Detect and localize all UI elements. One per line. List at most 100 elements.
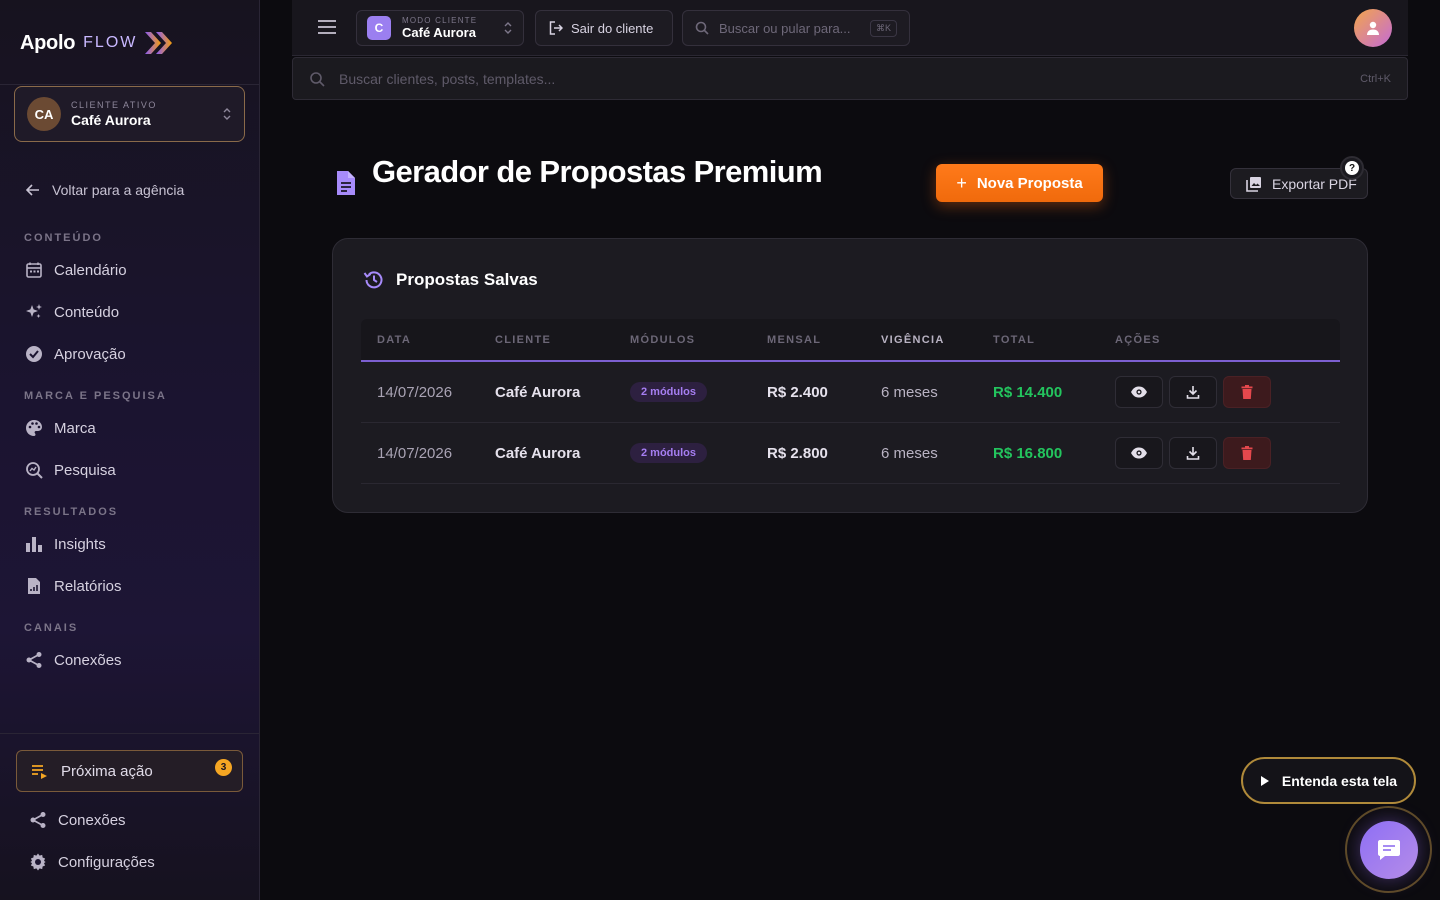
arrow-left-icon bbox=[26, 184, 39, 196]
sparkles-icon bbox=[26, 304, 42, 318]
understand-screen-label: Entenda esta tela bbox=[1281, 772, 1398, 789]
sidebar-item-label: Aprovação bbox=[54, 345, 126, 363]
brand-name: Apolo bbox=[20, 31, 76, 54]
client-mode-switcher[interactable]: C MODO CLIENTE Café Aurora bbox=[356, 10, 524, 46]
cell-client: Café Aurora bbox=[495, 444, 581, 462]
chevron-up-down-icon bbox=[504, 22, 512, 34]
trash-icon bbox=[1241, 385, 1253, 399]
footer-item-settings[interactable]: Configurações bbox=[28, 850, 155, 874]
table-row: 14/07/2026 Café Aurora 2 módulos R$ 2.40… bbox=[361, 362, 1340, 423]
page-title: Gerador de Propostas Premium bbox=[372, 154, 823, 189]
user-avatar[interactable] bbox=[1354, 9, 1392, 47]
footer-item-connections[interactable]: Conexões bbox=[28, 808, 126, 832]
back-to-agency-link[interactable]: Voltar para a agência bbox=[26, 182, 184, 198]
sidebar-item-label: Marca bbox=[54, 419, 96, 437]
divider bbox=[0, 733, 259, 734]
sidebar-item-label: Conexões bbox=[54, 651, 122, 669]
share-icon bbox=[30, 812, 46, 828]
chat-launcher[interactable] bbox=[1345, 806, 1432, 893]
document-icon bbox=[337, 171, 355, 195]
client-name: Café Aurora bbox=[71, 112, 151, 128]
download-icon bbox=[1186, 447, 1200, 460]
next-action-button[interactable]: Próxima ação 3 bbox=[16, 750, 243, 792]
download-icon bbox=[1186, 386, 1200, 399]
sidebar-item-label: Pesquisa bbox=[54, 461, 116, 479]
sidebar-item-insights[interactable]: Insights bbox=[24, 532, 106, 556]
playlist-icon bbox=[32, 765, 47, 779]
image-stack-icon bbox=[1246, 176, 1261, 192]
saved-proposals-title: Propostas Salvas bbox=[396, 270, 538, 289]
chat-button[interactable] bbox=[1359, 820, 1418, 879]
delete-proposal-button[interactable] bbox=[1223, 376, 1271, 408]
cell-date: 14/07/2026 bbox=[377, 383, 453, 401]
top-bar: C MODO CLIENTE Café Aurora Sair do clien… bbox=[292, 0, 1408, 56]
understand-screen-button[interactable]: Entenda esta tela bbox=[1241, 757, 1416, 804]
brand-logo[interactable]: Apolo FLOW bbox=[20, 28, 175, 58]
client-avatar: CA bbox=[27, 97, 61, 131]
column-header-monthly[interactable]: MENSAL bbox=[767, 334, 881, 346]
sidebar: Apolo FLOW CA CLIENTE ATIVO Café Aurora … bbox=[0, 0, 260, 900]
trash-icon bbox=[1241, 446, 1253, 460]
table-row: 14/07/2026 Café Aurora 2 módulos R$ 2.80… bbox=[361, 423, 1340, 484]
play-icon bbox=[1260, 775, 1269, 786]
sidebar-item-calendar[interactable]: Calendário bbox=[24, 258, 127, 282]
sidebar-item-approval[interactable]: Aprovação bbox=[24, 342, 126, 366]
cell-term: 6 meses bbox=[881, 383, 938, 401]
column-header-client[interactable]: CLIENTE bbox=[495, 334, 630, 346]
exit-client-button[interactable]: Sair do cliente bbox=[535, 10, 673, 46]
brand-product: FLOW bbox=[83, 34, 138, 51]
section-title-channels: CANAIS bbox=[24, 622, 79, 634]
client-mode-initial: C bbox=[367, 16, 391, 40]
sidebar-item-label: Relatórios bbox=[54, 577, 122, 595]
sidebar-item-reports[interactable]: Relatórios bbox=[24, 574, 122, 598]
sidebar-item-connections[interactable]: Conexões bbox=[24, 648, 122, 672]
help-icon: ? bbox=[1345, 161, 1359, 175]
column-header-term[interactable]: VIGÊNCIA bbox=[881, 334, 993, 346]
cell-term: 6 meses bbox=[881, 444, 938, 462]
quick-jump-shortcut: ⌘K bbox=[869, 19, 897, 37]
double-chevron-logo-icon bbox=[145, 32, 173, 54]
column-header-date[interactable]: DATA bbox=[361, 334, 495, 346]
view-proposal-button[interactable] bbox=[1115, 437, 1163, 469]
report-icon bbox=[28, 578, 40, 594]
quick-jump-placeholder: Buscar ou pular para... bbox=[719, 20, 851, 36]
new-proposal-button[interactable]: + Nova Proposta bbox=[936, 164, 1103, 202]
footer-item-label: Conexões bbox=[58, 811, 126, 829]
logout-icon bbox=[549, 21, 563, 35]
palette-icon bbox=[26, 420, 42, 436]
section-title-results: RESULTADOS bbox=[24, 506, 119, 518]
search-icon bbox=[695, 21, 709, 35]
global-search-shortcut: Ctrl+K bbox=[1360, 72, 1391, 85]
quick-jump-search[interactable]: Buscar ou pular para... ⌘K bbox=[682, 10, 910, 46]
column-header-total[interactable]: TOTAL bbox=[993, 334, 1115, 346]
next-action-count-badge: 3 bbox=[215, 759, 232, 776]
section-title-content: CONTEÚDO bbox=[24, 232, 103, 244]
sidebar-item-content[interactable]: Conteúdo bbox=[24, 300, 119, 324]
sidebar-item-brand[interactable]: Marca bbox=[24, 416, 96, 440]
share-icon bbox=[26, 652, 42, 668]
help-button[interactable]: ? bbox=[1340, 156, 1364, 180]
footer-item-label: Configurações bbox=[58, 853, 155, 871]
delete-proposal-button[interactable] bbox=[1223, 437, 1271, 469]
view-proposal-button[interactable] bbox=[1115, 376, 1163, 408]
download-proposal-button[interactable] bbox=[1169, 437, 1217, 469]
sidebar-item-research[interactable]: Pesquisa bbox=[24, 458, 116, 482]
search-chart-icon bbox=[26, 462, 43, 479]
cell-date: 14/07/2026 bbox=[377, 444, 453, 462]
table-header: DATA CLIENTE MÓDULOS MENSAL VIGÊNCIA TOT… bbox=[361, 319, 1340, 362]
divider bbox=[0, 84, 259, 85]
gear-icon bbox=[30, 853, 46, 871]
new-proposal-label: Nova Proposta bbox=[976, 174, 1083, 192]
saved-proposals-card: Propostas Salvas DATA CLIENTE MÓDULOS ME… bbox=[332, 238, 1368, 513]
active-client-selector[interactable]: CA CLIENTE ATIVO Café Aurora bbox=[14, 86, 245, 142]
cell-client: Café Aurora bbox=[495, 383, 581, 401]
hamburger-menu-icon[interactable] bbox=[318, 20, 336, 34]
client-mode-label: MODO CLIENTE bbox=[402, 16, 478, 25]
column-header-modules[interactable]: MÓDULOS bbox=[630, 334, 767, 346]
bar-chart-icon bbox=[26, 537, 42, 552]
sidebar-item-label: Conteúdo bbox=[54, 303, 120, 321]
global-search-bar[interactable]: Buscar clientes, posts, templates... Ctr… bbox=[292, 57, 1408, 100]
download-proposal-button[interactable] bbox=[1169, 376, 1217, 408]
modules-badge: 2 módulos bbox=[630, 382, 708, 402]
back-to-agency-label: Voltar para a agência bbox=[52, 182, 185, 198]
